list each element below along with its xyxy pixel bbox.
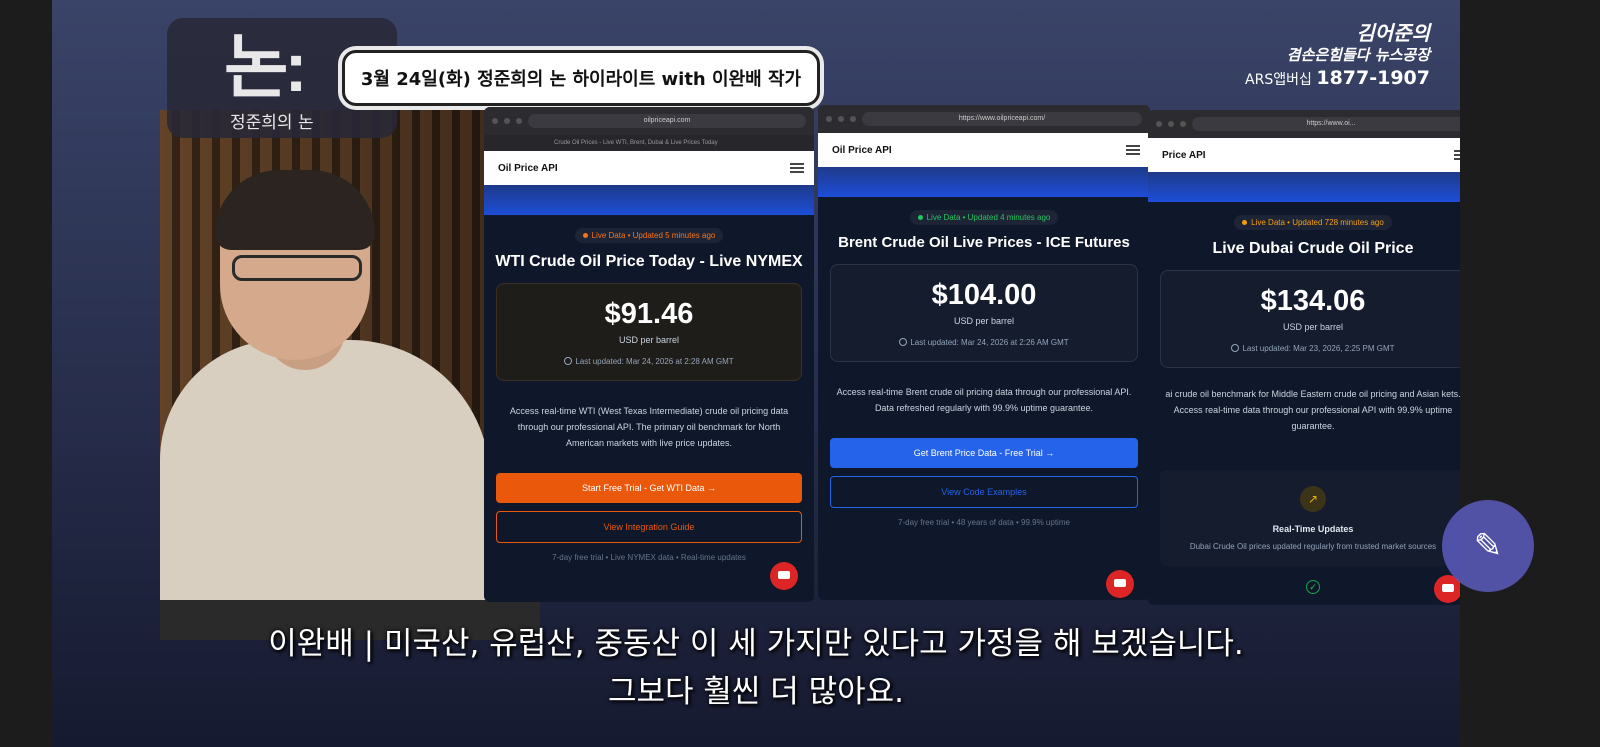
feature-card: ↗ Real-Time Updates Dubai Crude Oil pric… (1160, 469, 1460, 566)
subtitle-line-2: 그보다 훨씬 더 많아요. (607, 674, 905, 710)
price-unit: USD per barrel (953, 315, 1015, 326)
hero-band (484, 185, 814, 215)
channel-brand: 김어준의 겸손은힘들다 뉴스공장 ARS앱버십 1877-1907 (1230, 22, 1430, 89)
hero-band (1148, 172, 1460, 202)
browser-window-dubai: https://www.oi... Price API Live Data • … (1148, 110, 1460, 605)
last-updated: Last updated: Mar 23, 2026, 2:25 PM GMT (1167, 344, 1459, 353)
brand-phone: ARS앱버십 1877-1907 (1230, 67, 1430, 89)
live-data-badge: Live Data • Updated 5 minutes ago (574, 228, 724, 243)
brand-phone-prefix: ARS앱버십 (1245, 72, 1312, 88)
app-header: Oil Price API (484, 151, 814, 185)
browser-toolbar: oilpriceapi.com (484, 107, 814, 135)
program-logo: 논: (224, 28, 308, 106)
price-value: $104.00 (931, 278, 1037, 311)
host-person (160, 170, 540, 630)
hamburger-menu-icon[interactable] (790, 163, 804, 173)
browser-window-wti: oilpriceapi.com Crude Oil Prices - Live … (484, 107, 814, 602)
price-card: $91.46 USD per barrel Last updated: Mar … (496, 282, 802, 381)
view-code-examples-button[interactable]: View Code Examples (830, 475, 1138, 508)
price-unit: USD per barrel (618, 334, 680, 345)
footnote: 7-day free trial • 48 years of data • 99… (898, 517, 1070, 527)
start-free-trial-button[interactable]: Start Free Trial - Get WTI Data → (496, 472, 802, 503)
live-data-badge: Live Data • Updated 728 minutes ago (1234, 215, 1392, 230)
clock-icon (1231, 344, 1240, 353)
video-frame: 논: 정준희의 논 3월 24일(화) 정준희의 논 하이라이트 with 이완… (52, 0, 1460, 747)
app-header: Price API (1148, 138, 1460, 172)
feature-text: Dubai Crude Oil prices updated regularly… (1189, 541, 1437, 551)
address-bar[interactable]: https://www.oi... (1192, 117, 1460, 131)
chat-icon[interactable] (1106, 570, 1134, 598)
price-unit: USD per barrel (1282, 321, 1344, 332)
tab-title[interactable]: Crude Oil Prices - Live WTI, Brent, Duba… (484, 135, 814, 151)
feature-title: Real-Time Updates (1272, 523, 1354, 534)
price-card: $104.00 USD per barrel Last updated: Mar… (830, 263, 1138, 362)
page-heading: Live Dubai Crude Oil Price (1212, 240, 1414, 257)
browser-toolbar: https://www.oi... (1148, 110, 1460, 138)
right-letterbox (1460, 0, 1600, 747)
clock-icon (899, 338, 908, 347)
chat-icon[interactable] (770, 562, 798, 590)
last-updated: Last updated: Mar 24, 2026 at 2:28 AM GM… (503, 357, 795, 366)
address-bar[interactable]: oilpriceapi.com (528, 114, 806, 128)
app-title[interactable]: Oil Price API (832, 145, 892, 156)
hamburger-menu-icon[interactable] (1126, 145, 1140, 155)
brand-title: 김어준의 (1356, 21, 1430, 45)
description: Access real-time WTI (West Texas Interme… (509, 405, 789, 448)
browser-toolbar: https://www.oilpriceapi.com/ (818, 105, 1150, 133)
check-icon: ✓ (1306, 579, 1320, 594)
hero-band (818, 167, 1150, 197)
program-logo-subtitle: 정준희의 논 (230, 113, 314, 133)
subtitle-line-1: 이완배 | 미국산, 유럽산, 중동산 이 세 가지만 있다고 가정을 해 보겠… (268, 626, 1244, 662)
description: ai crude oil benchmark for Middle Easter… (1165, 388, 1460, 431)
address-bar[interactable]: https://www.oilpriceapi.com/ (862, 112, 1142, 126)
app-header: Oil Price API (818, 133, 1150, 167)
brand-subtitle: 겸손은힘들다 뉴스공장 (1286, 46, 1430, 64)
page-heading: WTI Crude Oil Price Today - Live NYMEX (495, 253, 803, 270)
description: Access real-time Brent crude oil pricing… (836, 386, 1132, 413)
get-brent-data-button[interactable]: Get Brent Price Data - Free Trial → (830, 437, 1138, 468)
live-data-badge: Live Data • Updated 4 minutes ago (909, 210, 1059, 225)
clock-icon (564, 357, 573, 366)
page-heading: Brent Crude Oil Live Prices - ICE Future… (838, 234, 1130, 251)
app-title[interactable]: Price API (1162, 150, 1206, 161)
browser-window-brent: https://www.oilpriceapi.com/ Oil Price A… (818, 105, 1150, 600)
brand-phone-number: 1877-1907 (1316, 67, 1430, 89)
trend-up-icon: ↗ (1300, 485, 1326, 512)
pen-icon[interactable]: ✎ (1442, 500, 1534, 592)
price-value: $134.06 (1260, 284, 1366, 317)
hamburger-menu-icon[interactable] (1454, 150, 1460, 160)
subtitles: 이완배 | 미국산, 유럽산, 중동산 이 세 가지만 있다고 가정을 해 보겠… (52, 620, 1460, 716)
left-letterbox (0, 0, 52, 747)
price-value: $91.46 (604, 297, 694, 330)
price-card: $134.06 USD per barrel Last updated: Mar… (1160, 269, 1460, 368)
view-integration-guide-button[interactable]: View Integration Guide (496, 510, 802, 543)
app-title[interactable]: Oil Price API (498, 163, 558, 174)
episode-headline: 3월 24일(화) 정준희의 논 하이라이트 with 이완배 작가 (342, 50, 820, 106)
last-updated: Last updated: Mar 24, 2026 at 2:26 AM GM… (837, 338, 1131, 347)
footnote: 7-day free trial • Live NYMEX data • Rea… (552, 552, 746, 562)
